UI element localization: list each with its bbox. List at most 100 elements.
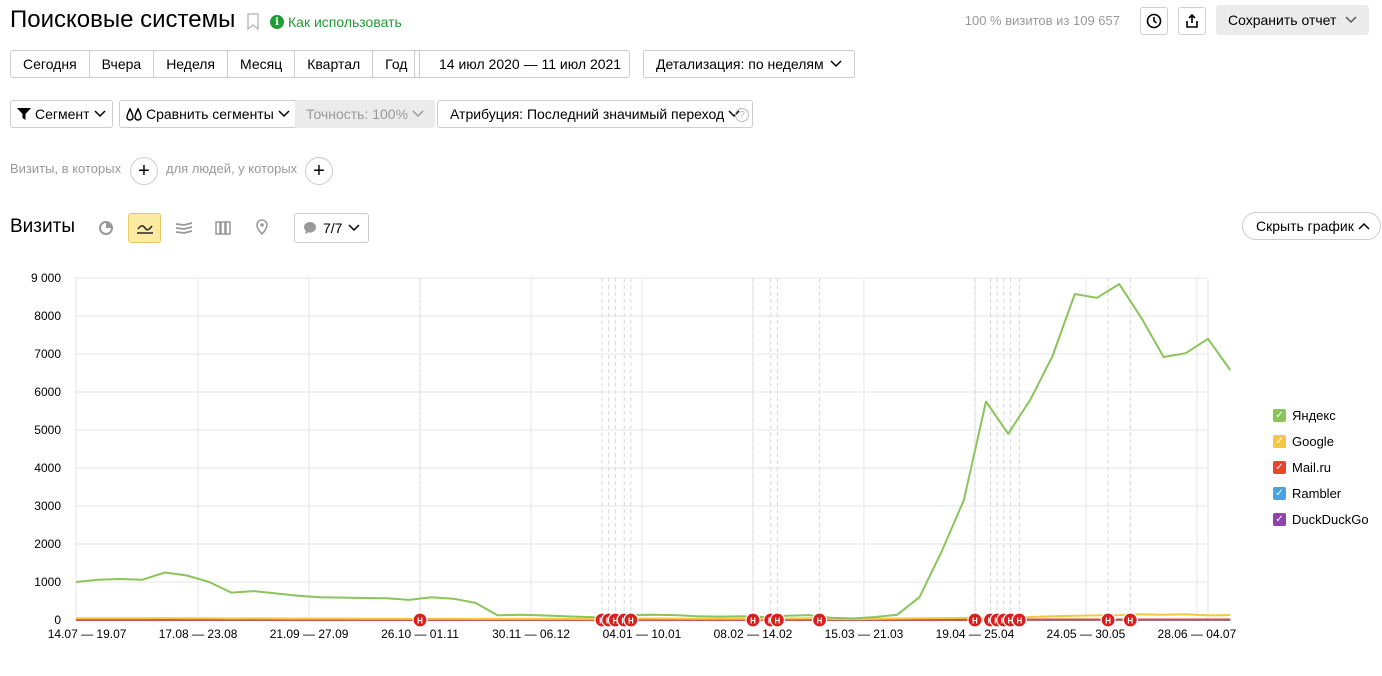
accuracy-label: Точность: 100% [306, 106, 409, 122]
chevron-up-icon [1358, 222, 1370, 230]
checkbox-icon[interactable]: ✓ [1273, 512, 1286, 526]
attribution-select[interactable]: Атрибуция: Последний значимый переход [437, 100, 754, 128]
annotation-label: Н [775, 617, 781, 626]
series-line [75, 283, 1232, 620]
how-to-use-link[interactable]: i Как использовать [270, 14, 402, 30]
detail-label: Детализация: по неделям [656, 56, 824, 72]
hide-chart-label: Скрыть график [1256, 218, 1354, 234]
comment-icon [304, 222, 316, 234]
chevron-down-icon [94, 110, 106, 118]
area-chart-button[interactable] [167, 213, 200, 243]
save-report-label: Сохранить отчет [1228, 12, 1337, 28]
legend-label: Rambler [1292, 485, 1342, 501]
x-tick-label: 14.07 — 19.07 [48, 627, 127, 641]
chart-legend: ✓ Яндекс ✓ Google ✓ Mail.ru ✓ Rambler ✓ DuckDuckG… [1273, 402, 1369, 532]
attribution-label: Атрибуция: Последний значимый переход [450, 106, 725, 122]
compare-segments-button[interactable]: Сравнить сегменты [119, 100, 297, 128]
legend-label: Google [1292, 433, 1334, 449]
pie-chart-button[interactable] [89, 213, 122, 243]
hide-chart-button[interactable]: Скрыть график [1242, 212, 1381, 240]
legend-label: Mail.ru [1292, 459, 1332, 475]
map-pin-icon [255, 219, 268, 236]
help-icon[interactable]: ? [735, 108, 749, 122]
visits-summary: 100 % визитов из 109 657 [964, 13, 1120, 28]
chevron-down-icon [830, 60, 842, 68]
x-tick-label: 04.01 — 10.01 [603, 627, 682, 641]
period-week[interactable]: Неделя [154, 51, 229, 77]
y-tick-label: 1000 [34, 575, 61, 589]
filter-icon [17, 108, 31, 120]
page-title: Поисковые системы [10, 6, 236, 33]
line-chart-icon [136, 225, 153, 234]
y-tick-label: 6000 [34, 385, 61, 399]
drops-icon [126, 107, 142, 121]
legend-item[interactable]: ✓ DuckDuckGo [1273, 506, 1369, 532]
legend-label: Яндекс [1292, 407, 1336, 423]
checkbox-icon[interactable]: ✓ [1273, 434, 1286, 448]
visits-condition-label: Визиты, в которых [10, 161, 122, 176]
period-yesterday[interactable]: Вчера [90, 51, 155, 77]
y-tick-label: 3000 [34, 499, 61, 513]
annotation-label: Н [1016, 617, 1022, 626]
legend-item[interactable]: ✓ Яндекс [1273, 402, 1369, 428]
x-tick-label: 30.11 — 06.12 [492, 627, 570, 641]
detail-select[interactable]: Детализация: по неделям [643, 50, 855, 78]
chevron-down-icon [348, 224, 360, 232]
bookmark-icon[interactable] [246, 13, 260, 31]
y-tick-label: 9 000 [31, 271, 61, 285]
annotation-label: Н [417, 617, 423, 626]
plus-icon: + [138, 159, 150, 182]
legend-item[interactable]: ✓ Mail.ru [1273, 454, 1369, 480]
legend-item[interactable]: ✓ Rambler [1273, 480, 1369, 506]
segment-button[interactable]: Сегмент [10, 100, 113, 128]
chevron-down-icon [412, 110, 424, 118]
y-tick-label: 0 [54, 613, 61, 627]
save-report-button[interactable]: Сохранить отчет [1216, 5, 1369, 35]
history-button[interactable] [1140, 7, 1168, 35]
share-icon [1186, 13, 1198, 28]
people-condition-label: для людей, у которых [166, 161, 298, 176]
date-range-label: 14 июл 2020 — 11 июл 2021 [439, 56, 622, 72]
x-tick-label: 15.03 — 21.03 [825, 627, 904, 641]
export-button[interactable] [1178, 7, 1206, 35]
y-tick-label: 4000 [34, 461, 61, 475]
date-range-picker[interactable]: 14 июл 2020 — 11 июл 2021 [414, 50, 630, 78]
accuracy-select[interactable]: Точность: 100% [295, 100, 436, 128]
period-today[interactable]: Сегодня [11, 51, 90, 77]
period-year[interactable]: Год [373, 51, 419, 77]
checkbox-icon[interactable]: ✓ [1273, 460, 1286, 474]
notes-button[interactable]: 7/7 [294, 213, 370, 243]
checkbox-icon[interactable]: ✓ [1273, 408, 1286, 422]
checkbox-icon[interactable]: ✓ [1273, 486, 1286, 500]
clock-icon [1146, 13, 1162, 29]
chevron-down-icon [278, 110, 290, 118]
add-visit-condition-button[interactable]: + [130, 157, 158, 185]
y-tick-label: 7000 [34, 347, 61, 361]
period-selector: Сегодня Вчера Неделя Месяц Квартал Год [10, 50, 421, 78]
legend-item[interactable]: ✓ Google [1273, 428, 1369, 454]
x-tick-label: 19.04 — 25.04 [936, 627, 1015, 641]
y-tick-label: 8000 [34, 309, 61, 323]
legend-label: DuckDuckGo [1292, 511, 1369, 527]
metric-title: Визиты [10, 216, 75, 237]
segment-label: Сегмент [35, 106, 90, 122]
map-button[interactable] [245, 213, 278, 243]
notes-count: 7/7 [323, 220, 343, 236]
annotation-label: Н [972, 617, 978, 626]
add-people-condition-button[interactable]: + [305, 157, 333, 185]
annotation-label: Н [628, 617, 634, 626]
info-icon: i [270, 15, 284, 29]
y-tick-label: 5000 [34, 423, 61, 437]
period-month[interactable]: Месяц [228, 51, 296, 77]
bar-chart-icon [214, 221, 231, 235]
compare-label: Сравнить сегменты [146, 106, 274, 122]
x-tick-label: 08.02 — 14.02 [714, 627, 793, 641]
bar-chart-button[interactable] [206, 213, 239, 243]
annotation-label: Н [1127, 617, 1133, 626]
line-chart-button[interactable] [128, 213, 161, 243]
x-tick-label: 24.05 — 30.05 [1047, 627, 1126, 641]
y-tick-label: 2000 [34, 537, 61, 551]
period-quarter[interactable]: Квартал [295, 51, 374, 77]
visits-line-chart: 0 1000 2000 3000 4000 5000 6000 7000 8000 9 000 14… [31, 271, 1237, 641]
x-tick-label: 21.09 — 27.09 [270, 627, 349, 641]
